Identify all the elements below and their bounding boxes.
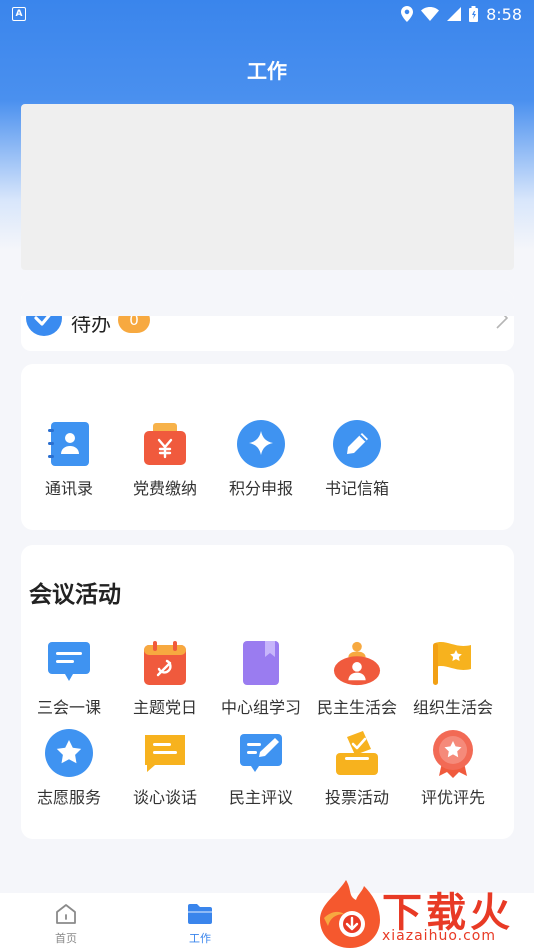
tool-party-fee[interactable]: 党费缴纳 (117, 420, 213, 499)
location-icon (401, 6, 414, 22)
meeting-item-voting[interactable]: 投票活动 (309, 729, 405, 808)
meeting-label: 中心组学习 (220, 698, 301, 717)
meeting-label: 三会一课 (36, 698, 101, 717)
app-notification-icon: A (12, 7, 26, 21)
points-star-icon (237, 420, 285, 468)
tool-label: 积分申报 (228, 479, 293, 498)
meeting-activities-card: 会议活动 三会一课 主题党日 中心组学习 民主生活会 组织生活会 志愿服务 谈心… (21, 545, 514, 839)
tab-work[interactable]: 工作 (160, 901, 240, 946)
status-bar: A 8:58 (0, 0, 534, 28)
review-edit-icon (237, 729, 285, 777)
tool-label: 通讯录 (44, 479, 93, 498)
page-title: 工作 (247, 59, 287, 83)
party-fee-wallet-icon (141, 420, 189, 468)
meeting-label: 组织生活会 (412, 698, 493, 717)
home-icon (26, 901, 106, 927)
ballot-box-icon (333, 729, 381, 777)
book-icon (237, 639, 285, 687)
contacts-book-icon (45, 420, 93, 468)
flag-icon (429, 639, 477, 687)
cellular-signal-icon (447, 7, 462, 21)
meeting-label: 投票活动 (324, 788, 389, 807)
watermark: 下载火 xiazaihuo.com (316, 878, 530, 950)
folder-icon (160, 901, 240, 927)
meeting-item-democratic-life[interactable]: 民主生活会 (309, 639, 405, 718)
tab-label: 工作 (189, 932, 211, 945)
meeting-label: 志愿服务 (36, 788, 101, 807)
todo-card-header-mask (21, 290, 514, 316)
meeting-label: 评优评先 (420, 788, 485, 807)
meeting-label: 主题党日 (132, 698, 197, 717)
pencil-mailbox-icon (333, 420, 381, 468)
meeting-label: 民主生活会 (316, 698, 397, 717)
meeting-item-democratic-review[interactable]: 民主评议 (213, 729, 309, 808)
meeting-item-three-sessions[interactable]: 三会一课 (21, 639, 117, 718)
flame-logo-icon (320, 880, 380, 948)
status-time: 8:58 (486, 4, 522, 24)
tool-points[interactable]: 积分申报 (213, 420, 309, 499)
tool-label: 党费缴纳 (132, 479, 197, 498)
tools-card: 通讯录 党费缴纳 积分申报 书记信箱 (21, 364, 514, 530)
section-title: 会议活动 (29, 582, 121, 608)
medal-icon (429, 729, 477, 778)
meeting-label: 谈心谈话 (132, 788, 197, 807)
meeting-item-heart-talk[interactable]: 谈心谈话 (117, 729, 213, 808)
star-badge-icon (45, 729, 93, 777)
banner-carousel[interactable] (21, 104, 514, 270)
wifi-icon (421, 7, 440, 21)
watermark-url: xiazaihuo.com (382, 928, 496, 944)
tool-label: 书记信箱 (324, 479, 389, 498)
tool-secretary-mailbox[interactable]: 书记信箱 (309, 420, 405, 499)
party-calendar-icon (141, 639, 189, 687)
meeting-item-central-group-study[interactable]: 中心组学习 (213, 639, 309, 718)
meeting-item-organization-life[interactable]: 组织生活会 (405, 639, 501, 718)
battery-icon (469, 6, 479, 22)
meeting-item-volunteer-service[interactable]: 志愿服务 (21, 729, 117, 808)
todo-card[interactable]: 待办 0 (21, 290, 514, 351)
meeting-person-icon (333, 639, 381, 687)
meeting-item-theme-party-day[interactable]: 主题党日 (117, 639, 213, 718)
meeting-label: 民主评议 (228, 788, 293, 807)
message-icon (141, 729, 189, 777)
chat-board-icon (45, 639, 93, 687)
meeting-item-excellence-selection[interactable]: 评优评先 (405, 729, 501, 808)
tool-contacts[interactable]: 通讯录 (21, 420, 117, 499)
tab-label: 首页 (55, 932, 77, 945)
tab-home[interactable]: 首页 (26, 901, 106, 946)
